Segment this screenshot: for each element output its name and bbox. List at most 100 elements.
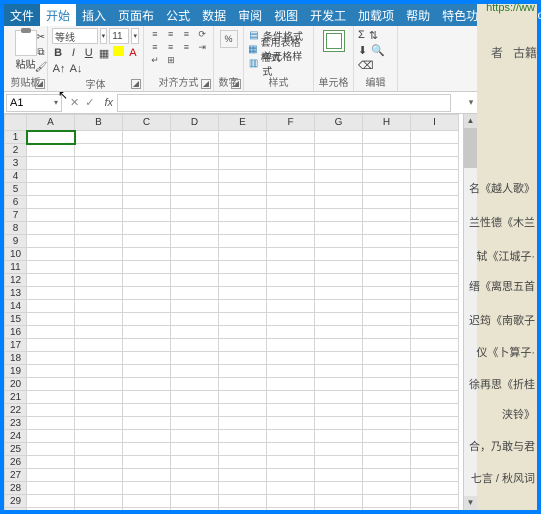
cell[interactable] xyxy=(171,456,219,469)
align-middle-icon[interactable]: ≡ xyxy=(164,28,178,40)
fill-color-button[interactable] xyxy=(113,46,124,56)
cell[interactable] xyxy=(123,144,171,157)
row-header[interactable]: 29 xyxy=(5,495,27,508)
cell[interactable] xyxy=(411,222,459,235)
row-header[interactable]: 23 xyxy=(5,417,27,430)
cell[interactable] xyxy=(411,287,459,300)
cell[interactable] xyxy=(219,443,267,456)
cell[interactable] xyxy=(363,287,411,300)
cell[interactable] xyxy=(75,391,123,404)
row-header[interactable]: 11 xyxy=(5,261,27,274)
align-left-icon[interactable]: ≡ xyxy=(148,41,162,53)
cell[interactable] xyxy=(171,443,219,456)
cell[interactable] xyxy=(411,443,459,456)
cell[interactable] xyxy=(27,157,75,170)
cell[interactable] xyxy=(27,170,75,183)
cell[interactable] xyxy=(267,508,315,511)
tab-file[interactable]: 文件 xyxy=(4,4,40,26)
align-right-icon[interactable]: ≡ xyxy=(180,41,194,53)
accept-formula-icon[interactable]: ✓ xyxy=(85,96,94,109)
cell[interactable] xyxy=(27,313,75,326)
row-header[interactable]: 4 xyxy=(5,170,27,183)
cell[interactable] xyxy=(171,495,219,508)
cell[interactable] xyxy=(27,430,75,443)
cell[interactable] xyxy=(267,469,315,482)
align-bottom-icon[interactable]: ≡ xyxy=(180,28,194,40)
cell[interactable] xyxy=(315,508,363,511)
cell[interactable] xyxy=(219,157,267,170)
cell[interactable] xyxy=(363,495,411,508)
font-size-dropdown-icon[interactable]: ▾ xyxy=(131,28,139,44)
row-header[interactable]: 25 xyxy=(5,443,27,456)
find-icon[interactable]: 🔍 xyxy=(371,44,385,57)
name-box-dropdown-icon[interactable]: ▾ xyxy=(54,98,58,107)
column-header[interactable]: F xyxy=(267,115,315,131)
cells-icon[interactable] xyxy=(323,30,345,52)
cell[interactable] xyxy=(315,378,363,391)
cell[interactable] xyxy=(363,131,411,144)
cell[interactable] xyxy=(123,339,171,352)
cell[interactable] xyxy=(123,456,171,469)
cell[interactable] xyxy=(267,183,315,196)
bg-item[interactable]: 徐再思《折桂 xyxy=(469,376,535,392)
font-name-dropdown-icon[interactable]: ▾ xyxy=(100,28,108,44)
bg-item[interactable]: 浃铃》 xyxy=(502,406,535,422)
cell[interactable] xyxy=(315,157,363,170)
bold-button[interactable]: B xyxy=(52,46,64,60)
row-header[interactable]: 12 xyxy=(5,274,27,287)
cell[interactable] xyxy=(27,131,75,144)
cell[interactable] xyxy=(267,352,315,365)
cell[interactable] xyxy=(267,170,315,183)
cell[interactable] xyxy=(219,417,267,430)
column-header[interactable]: E xyxy=(219,115,267,131)
cell[interactable] xyxy=(123,235,171,248)
cell[interactable] xyxy=(411,339,459,352)
cell[interactable] xyxy=(411,482,459,495)
cell-styles-button[interactable]: ▥单元格样式 xyxy=(248,56,309,70)
cell[interactable] xyxy=(27,300,75,313)
percent-button[interactable]: % xyxy=(220,30,238,48)
cell[interactable] xyxy=(123,430,171,443)
cell[interactable] xyxy=(123,170,171,183)
cell[interactable] xyxy=(219,508,267,511)
cell[interactable] xyxy=(315,300,363,313)
column-header[interactable]: A xyxy=(27,115,75,131)
cell[interactable] xyxy=(219,326,267,339)
cell[interactable] xyxy=(123,196,171,209)
cell[interactable] xyxy=(315,248,363,261)
number-expand-icon[interactable]: ◢ xyxy=(231,79,241,89)
cell[interactable] xyxy=(315,326,363,339)
cell[interactable] xyxy=(27,495,75,508)
cell[interactable] xyxy=(171,300,219,313)
bg-item[interactable]: 名《越人歌》 xyxy=(469,180,535,196)
cell[interactable] xyxy=(171,417,219,430)
cell[interactable] xyxy=(75,287,123,300)
cell[interactable] xyxy=(411,430,459,443)
cell[interactable] xyxy=(123,482,171,495)
bg-item[interactable]: 合，乃敢与君 xyxy=(469,438,535,454)
cell[interactable] xyxy=(75,339,123,352)
bg-item[interactable]: 兰性德《木兰 xyxy=(469,214,535,230)
cell[interactable] xyxy=(75,196,123,209)
cancel-formula-icon[interactable]: ✕ xyxy=(70,96,79,109)
cell[interactable] xyxy=(363,469,411,482)
bg-item[interactable]: 缙《离思五首 xyxy=(469,278,535,294)
sort-icon[interactable]: ⇅ xyxy=(369,29,378,42)
cell[interactable] xyxy=(219,287,267,300)
cell[interactable] xyxy=(363,222,411,235)
cell[interactable] xyxy=(219,391,267,404)
tab-insert[interactable]: 插入 xyxy=(76,4,112,26)
cell[interactable] xyxy=(75,495,123,508)
cell[interactable] xyxy=(171,196,219,209)
cell[interactable] xyxy=(219,261,267,274)
border-button[interactable]: ▦ xyxy=(98,46,110,60)
cell[interactable] xyxy=(75,482,123,495)
cell[interactable] xyxy=(171,209,219,222)
tab-layout[interactable]: 页面布 xyxy=(112,4,160,26)
cell[interactable] xyxy=(315,417,363,430)
cell[interactable] xyxy=(75,300,123,313)
row-header[interactable]: 13 xyxy=(5,287,27,300)
copy-icon[interactable]: ⧉ xyxy=(34,45,48,59)
cell[interactable] xyxy=(27,261,75,274)
cell[interactable] xyxy=(411,274,459,287)
